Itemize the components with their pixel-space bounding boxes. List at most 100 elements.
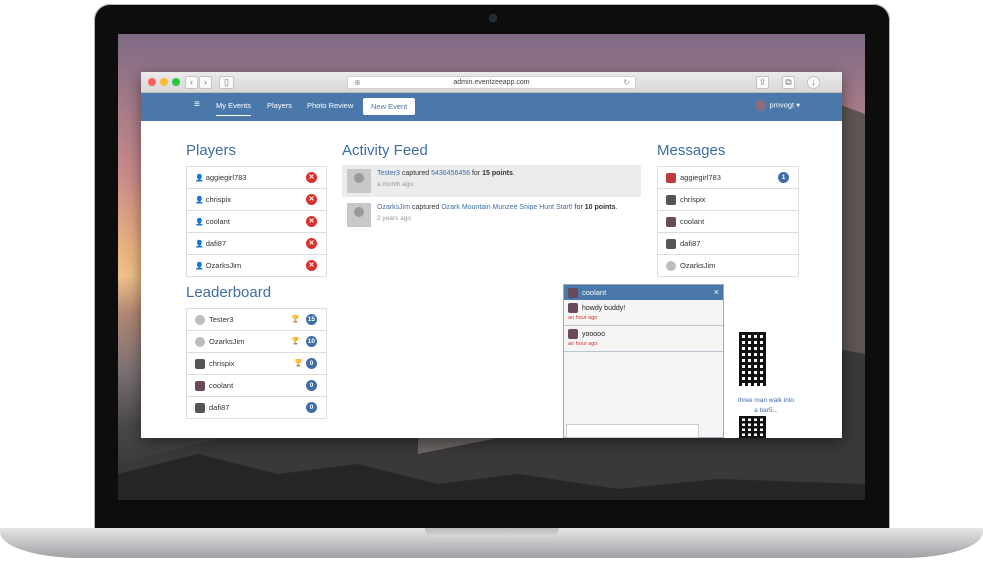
chat-header[interactable]: coolant ×	[564, 285, 723, 300]
nav-my-events[interactable]: My Events	[216, 101, 252, 116]
chat-message-text: howdy buddy!	[582, 304, 626, 312]
laptop-notch	[425, 528, 559, 537]
feed-timestamp: a month ago	[377, 181, 414, 188]
leaderboard-list: Tester3 🏆 15 OzarksJim 🏆 10 chrispix 🏆 0 coola…	[186, 308, 327, 419]
message-thread-name: coolant	[680, 217, 705, 226]
qr-caption-link[interactable]: three man walk into a bar5...	[736, 396, 796, 416]
new-event-button[interactable]: New Event	[363, 98, 416, 115]
nav-photo-review[interactable]: Photo Review	[307, 101, 353, 110]
avatar	[666, 195, 676, 206]
close-icon[interactable]: ×	[714, 285, 719, 300]
avatar	[195, 381, 205, 392]
remove-player-icon[interactable]: ✕	[306, 194, 317, 205]
remove-player-icon[interactable]: ✕	[306, 260, 317, 271]
maximize-window-button[interactable]	[172, 78, 180, 86]
avatar	[568, 288, 578, 299]
feed-text: Tester3 captured 5436456456 for 15 point…	[377, 170, 515, 177]
back-icon[interactable]: ‹	[185, 76, 198, 89]
qr-code-image	[739, 332, 766, 386]
nav-players[interactable]: Players	[267, 101, 292, 110]
feed-period: .	[615, 204, 618, 211]
minimize-window-button[interactable]	[160, 78, 168, 86]
feed-target-link[interactable]: 5436456456	[431, 170, 470, 177]
score-badge: 0	[306, 402, 317, 413]
remove-player-icon[interactable]: ✕	[306, 238, 317, 249]
leaderboard-name: Tester3	[209, 315, 234, 324]
message-thread-row[interactable]: aggiegirl783 1	[658, 167, 798, 189]
address-bar[interactable]: ⊕ admin.eventzeeapp.com ↻	[347, 76, 636, 89]
site-info-icon: ⊕	[354, 78, 361, 87]
messages-list: aggiegirl783 1 chrispix coolant dafi87 Oz…	[657, 166, 799, 277]
forward-icon[interactable]: ›	[199, 76, 212, 89]
user-avatar	[754, 100, 766, 111]
message-thread-name: aggiegirl783	[680, 173, 721, 182]
avatar	[195, 337, 205, 348]
person-icon: 👤	[195, 175, 204, 182]
player-name: aggiegirl783	[205, 173, 247, 182]
person-icon: 👤	[195, 263, 204, 270]
chat-message-text: yooooo	[582, 330, 605, 338]
browser-toolbar: ‹ › ▯ ⊕ admin.eventzeeapp.com ↻ ⇪ ⧉ ↓	[141, 72, 842, 93]
avatar	[666, 217, 676, 228]
app-navbar: ≡ My Events Players Photo Review New Eve…	[141, 93, 842, 121]
feed-item: OzarksJim captured Ozark Mountain Munzee…	[342, 199, 641, 231]
player-row[interactable]: 👤 aggiegirl783 ✕	[187, 167, 326, 189]
message-thread-row[interactable]: dafi87	[658, 233, 798, 255]
message-thread-row[interactable]: chrispix	[658, 189, 798, 211]
feed-for: for	[470, 170, 483, 177]
avatar	[568, 329, 578, 339]
sidebar-icon[interactable]: ▯	[219, 76, 234, 89]
chat-message-time: an hour ago	[568, 315, 598, 321]
url-text: admin.eventzeeapp.com	[453, 79, 530, 86]
message-thread-row[interactable]: OzarksJim	[658, 255, 798, 277]
feed-user-link[interactable]: OzarksJim	[377, 204, 410, 211]
messages-title: Messages	[657, 142, 726, 159]
feed-for: for	[572, 204, 585, 211]
feed-points: 15 points	[482, 170, 513, 177]
leaderboard-name: OzarksJim	[209, 337, 245, 346]
leaderboard-row[interactable]: dafi87 0	[187, 397, 326, 419]
leaderboard-name: coolant	[209, 381, 234, 390]
player-row[interactable]: 👤 coolant ✕	[187, 211, 326, 233]
message-thread-name: OzarksJim	[680, 261, 716, 270]
leaderboard-row[interactable]: OzarksJim 🏆 10	[187, 331, 326, 353]
hamburger-icon[interactable]: ≡	[194, 99, 200, 110]
download-icon[interactable]: ↓	[807, 76, 820, 89]
avatar	[666, 261, 676, 272]
message-thread-name: dafi87	[680, 239, 701, 248]
chat-message-time: an hour ago	[568, 341, 598, 347]
feed-user-link[interactable]: Tester3	[377, 170, 400, 177]
remove-player-icon[interactable]: ✕	[306, 216, 317, 227]
player-row[interactable]: 👤 dafi87 ✕	[187, 233, 326, 255]
chat-message: howdy buddy! an hour ago	[564, 300, 723, 326]
player-name: OzarksJim	[205, 261, 242, 270]
silver-trophy-icon: 🏆	[291, 338, 300, 345]
leaderboard-row[interactable]: Tester3 🏆 15	[187, 309, 326, 331]
feed-timestamp: 2 years ago	[377, 215, 411, 222]
message-thread-name: chrispix	[680, 195, 706, 204]
avatar	[666, 239, 676, 250]
player-row[interactable]: 👤 chrispix ✕	[187, 189, 326, 211]
message-thread-row[interactable]: coolant	[658, 211, 798, 233]
avatar	[347, 169, 371, 193]
leaderboard-row[interactable]: coolant 0	[187, 375, 326, 397]
remove-player-icon[interactable]: ✕	[306, 172, 317, 183]
player-row[interactable]: 👤 OzarksJim ✕	[187, 255, 326, 277]
reload-icon[interactable]: ↻	[623, 77, 630, 89]
close-window-button[interactable]	[148, 78, 156, 86]
avatar	[195, 315, 205, 326]
player-name: coolant	[205, 217, 230, 226]
avatar	[666, 173, 676, 184]
leaderboard-row[interactable]: chrispix 🏆 0	[187, 353, 326, 375]
feed-item: Tester3 captured 5436456456 for 15 point…	[342, 165, 641, 197]
player-name: chrispix	[205, 195, 232, 204]
players-list: 👤 aggiegirl783 ✕ 👤 chrispix ✕ 👤 coolant ✕ 👤 daf…	[186, 166, 327, 277]
score-badge: 15	[305, 314, 317, 325]
feed-target-link[interactable]: Ozark Mountain Munzee Snipe Hunt Start!	[441, 204, 573, 211]
tabs-icon[interactable]: ⧉	[782, 76, 795, 89]
qr-code-image	[739, 416, 766, 438]
chat-input[interactable]	[566, 424, 699, 438]
user-menu[interactable]: pmvogt ▾	[754, 100, 800, 111]
leaderboard-title: Leaderboard	[186, 284, 272, 301]
share-icon[interactable]: ⇪	[756, 76, 769, 89]
